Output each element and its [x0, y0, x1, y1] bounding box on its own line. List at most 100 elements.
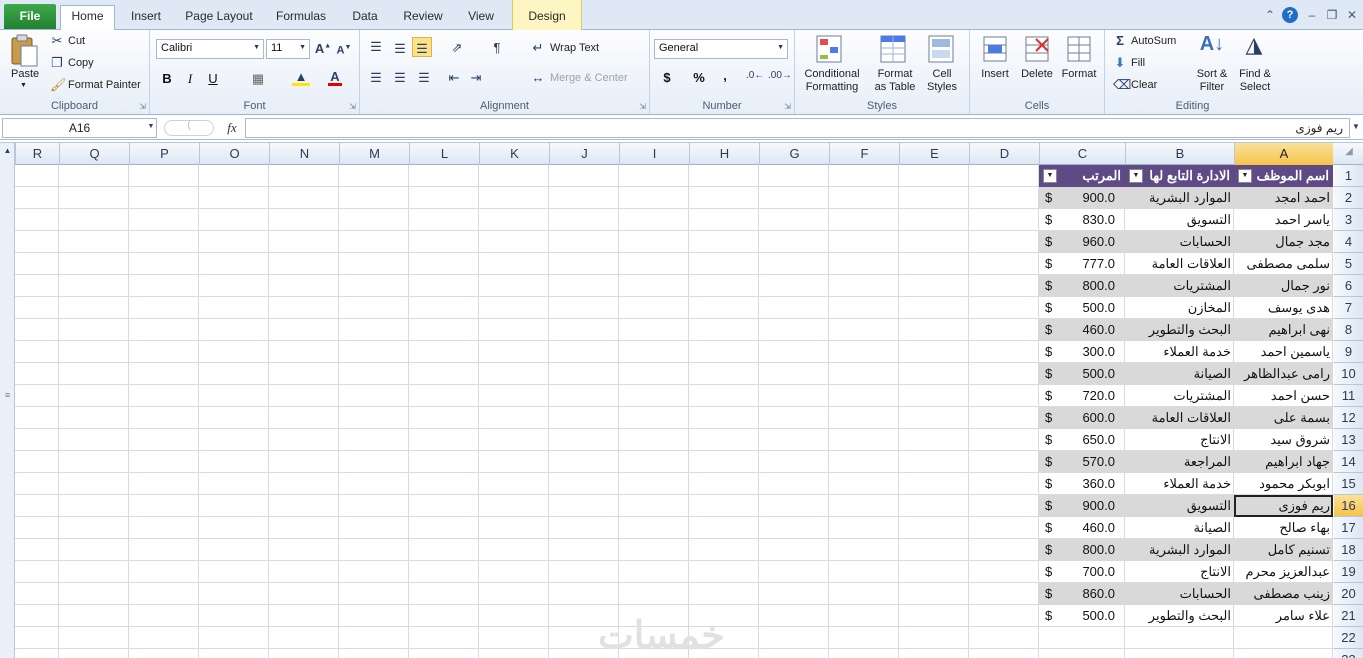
row-header-20[interactable]: 20: [1334, 583, 1363, 605]
restore-window-icon[interactable]: ❐: [1324, 7, 1340, 23]
format-painter-button[interactable]: Format Painter: [68, 79, 141, 91]
table-cell-department[interactable]: خدمة العملاء: [1125, 341, 1234, 363]
table-cell-salary[interactable]: $800.0: [1039, 539, 1125, 561]
row-header-7[interactable]: 7: [1334, 297, 1363, 319]
wrap-text-button[interactable]: Wrap Text: [550, 42, 599, 54]
table-cell-salary[interactable]: $650.0: [1039, 429, 1125, 451]
tab-data[interactable]: Data: [344, 6, 386, 30]
borders-icon[interactable]: ▦: [249, 72, 267, 85]
merge-center-button[interactable]: Merge & Center: [550, 72, 628, 84]
table-cell-name[interactable]: بسمة على: [1234, 407, 1333, 429]
find-select-label-2[interactable]: Select: [1235, 81, 1275, 93]
table-cell-name[interactable]: علاء سامر: [1234, 605, 1333, 627]
close-window-icon[interactable]: ✕: [1344, 7, 1360, 23]
paste-button[interactable]: Paste: [11, 68, 39, 80]
worksheet-grid[interactable]: ▲ ≡ RQPONMLKJIHGFEDCBA 1 2 3 4 5 6 7 8 9 10 11 12 13…: [0, 142, 1363, 658]
percent-button[interactable]: %: [692, 71, 706, 84]
table-cell-department[interactable]: الصيانة: [1125, 517, 1234, 539]
wrap-text-icon[interactable]: ↵: [530, 41, 546, 54]
minimize-ribbon-icon[interactable]: ⌃: [1262, 7, 1278, 23]
tab-design[interactable]: Design: [512, 0, 582, 30]
delete-cells-icon[interactable]: [1022, 33, 1052, 65]
fill-color-icon[interactable]: ▲: [292, 70, 310, 86]
find-select-label[interactable]: Find &: [1235, 68, 1275, 80]
paste-dropdown-icon[interactable]: ▼: [20, 82, 27, 89]
cell-styles-icon[interactable]: [927, 33, 957, 65]
table-cell-department[interactable]: العلاقات العامة: [1125, 253, 1234, 275]
table-cell-salary[interactable]: $460.0: [1039, 517, 1125, 539]
table-cell-name[interactable]: ريم فوزى: [1234, 495, 1333, 517]
align-bottom-icon[interactable]: ☰: [412, 37, 432, 57]
font-launcher-icon[interactable]: ⇲: [349, 102, 356, 111]
tab-review[interactable]: Review: [398, 6, 448, 30]
underline-button[interactable]: U: [206, 72, 220, 85]
table-cell-name[interactable]: حسن احمد: [1234, 385, 1333, 407]
insert-cells-button[interactable]: Insert: [978, 68, 1012, 80]
column-header-c[interactable]: C: [1039, 143, 1125, 165]
autosum-button[interactable]: AutoSum: [1131, 35, 1176, 47]
table-cell-salary[interactable]: $300.0: [1039, 341, 1125, 363]
format-as-table-label[interactable]: Format: [869, 68, 921, 80]
row-header-9[interactable]: 9: [1334, 341, 1363, 363]
row-header-12[interactable]: 12: [1334, 407, 1363, 429]
table-cell-salary[interactable]: $500.0: [1039, 605, 1125, 627]
column-header-l[interactable]: L: [409, 143, 479, 165]
insert-function-button[interactable]: fx: [224, 121, 240, 134]
fill-button[interactable]: Fill: [1131, 57, 1145, 69]
table-cell-salary[interactable]: $570.0: [1039, 451, 1125, 473]
table-cell-salary[interactable]: $500.0: [1039, 297, 1125, 319]
table-cell-name[interactable]: سلمى مصطفى: [1234, 253, 1333, 275]
row-header-1[interactable]: 1: [1334, 165, 1363, 187]
row-header-16[interactable]: 16: [1334, 495, 1363, 517]
format-cells-button[interactable]: Format: [1060, 68, 1098, 80]
table-cell-department[interactable]: البحث والتطوير: [1125, 319, 1234, 341]
binoculars-icon[interactable]: ◮: [1239, 34, 1269, 64]
table-cell-department[interactable]: البحث والتطوير: [1125, 605, 1234, 627]
italic-button[interactable]: I: [183, 72, 197, 85]
cut-button[interactable]: Cut: [68, 35, 85, 47]
table-cell-department[interactable]: الموارد البشرية: [1125, 187, 1234, 209]
row-header-11[interactable]: 11: [1334, 385, 1363, 407]
table-cell-name[interactable]: شروق سيد: [1234, 429, 1333, 451]
table-cell-name[interactable]: نور جمال: [1234, 275, 1333, 297]
table-cell-department[interactable]: المشتريات: [1125, 275, 1234, 297]
format-cells-icon[interactable]: [1064, 33, 1094, 65]
table-cell-department[interactable]: الموارد البشرية: [1125, 539, 1234, 561]
column-header-f[interactable]: F: [829, 143, 899, 165]
table-header-name[interactable]: اسم الموظف ▼: [1234, 165, 1333, 187]
column-header-o[interactable]: O: [199, 143, 269, 165]
row-header-13[interactable]: 13: [1334, 429, 1363, 451]
expand-formula-bar-icon[interactable]: ▼: [1351, 123, 1361, 131]
table-cell-salary[interactable]: $860.0: [1039, 583, 1125, 605]
column-header-b[interactable]: B: [1125, 143, 1234, 165]
font-size-select[interactable]: 11 ▼: [266, 39, 310, 59]
decrease-decimal-icon[interactable]: .00→: [768, 71, 792, 81]
copy-icon[interactable]: ❐: [50, 56, 64, 69]
tab-home[interactable]: Home: [60, 5, 115, 30]
column-header-k[interactable]: K: [479, 143, 549, 165]
column-header-n[interactable]: N: [269, 143, 339, 165]
table-cell-salary[interactable]: $960.0: [1039, 231, 1125, 253]
conditional-formatting-label-2[interactable]: Formatting: [801, 81, 863, 93]
font-name-select[interactable]: Calibri ▼: [156, 39, 264, 59]
table-cell-name[interactable]: زينب مصطفى: [1234, 583, 1333, 605]
table-cell-name[interactable]: تسنيم كامل: [1234, 539, 1333, 561]
table-cell-salary[interactable]: $500.0: [1039, 363, 1125, 385]
table-cell-department[interactable]: الصيانة: [1125, 363, 1234, 385]
sort-filter-label[interactable]: Sort &: [1193, 68, 1231, 80]
row-header-4[interactable]: 4: [1334, 231, 1363, 253]
tab-formulas[interactable]: Formulas: [270, 6, 332, 30]
table-cell-department[interactable]: المخازن: [1125, 297, 1234, 319]
clear-button[interactable]: Clear: [1131, 79, 1157, 91]
increase-decimal-icon[interactable]: .0←: [746, 71, 764, 81]
column-header-r[interactable]: R: [15, 143, 59, 165]
conditional-formatting-label[interactable]: Conditional: [801, 68, 863, 80]
table-cell-name[interactable]: ياسمين احمد: [1234, 341, 1333, 363]
table-cell-salary[interactable]: $720.0: [1039, 385, 1125, 407]
table-cell-department[interactable]: المشتريات: [1125, 385, 1234, 407]
table-cell-department[interactable]: الانتاج: [1125, 561, 1234, 583]
table-cell-salary[interactable]: $360.0: [1039, 473, 1125, 495]
name-box-dropdown-icon[interactable]: ▼: [147, 123, 155, 130]
table-cell-salary[interactable]: $700.0: [1039, 561, 1125, 583]
help-icon[interactable]: ?: [1282, 7, 1298, 23]
